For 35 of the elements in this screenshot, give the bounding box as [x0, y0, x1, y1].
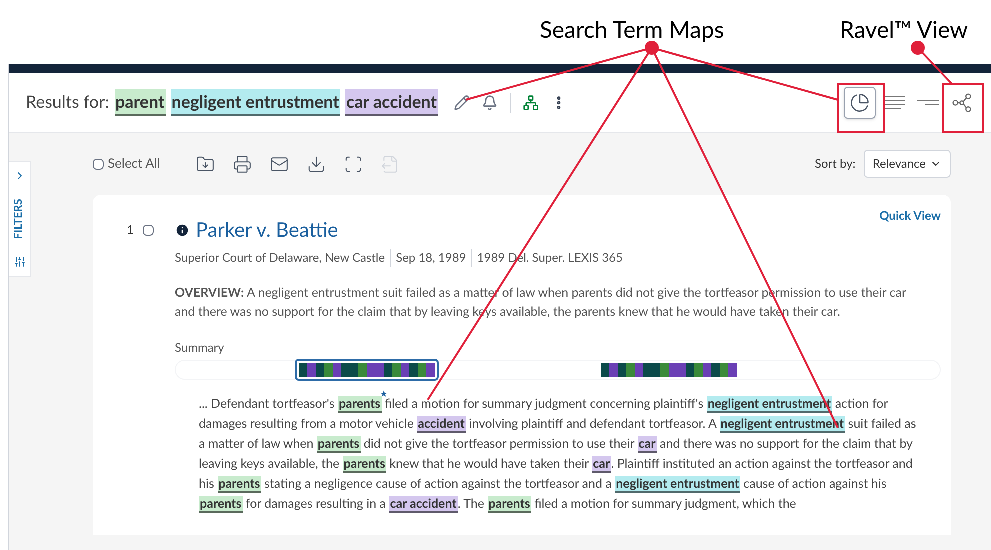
results-title: Results for: parent negligent entrustment car accident [26, 88, 438, 116]
select-all-checkbox[interactable]: Select All [93, 154, 160, 174]
sliders-icon [14, 256, 26, 268]
hierarchy-icon[interactable] [523, 94, 540, 110]
case-meta: Superior Court of Delaware, New Castle [175, 249, 386, 267]
lines-icon [883, 96, 905, 110]
case-meta: Sep 18, 1989 [390, 249, 472, 267]
callout-label: Search Term Maps [540, 14, 724, 45]
callout-dot [911, 41, 925, 55]
highlight-frame [837, 83, 885, 133]
view-toggle[interactable] [844, 86, 876, 118]
star-marker: ★ [380, 388, 388, 399]
network-icon [951, 92, 973, 114]
folder-icon[interactable] [196, 154, 216, 174]
term-map-bar[interactable] [295, 359, 439, 381]
expand-icon[interactable] [344, 154, 364, 174]
callout-dot [645, 41, 659, 55]
download-icon[interactable] [307, 154, 326, 174]
info-icon [175, 222, 190, 238]
highlight-frame [942, 83, 984, 133]
printer-icon[interactable] [233, 154, 252, 174]
pie-chart-icon [850, 92, 870, 112]
filters-tab[interactable]: FILTERS [9, 161, 31, 277]
short-lines-icon [917, 100, 939, 106]
case-title-link[interactable]: Parker v. Beattie [196, 215, 338, 245]
result-checkbox[interactable] [143, 224, 154, 236]
bell-icon[interactable] [482, 94, 498, 110]
callout-label: Ravel™ View [840, 14, 968, 45]
sort-label: Sort by: [815, 155, 856, 173]
summary-label: Summary [175, 339, 224, 357]
edit-icon[interactable] [454, 94, 470, 110]
result-number: 1 [127, 221, 135, 239]
sort-dropdown[interactable]: Relevance [864, 150, 951, 178]
quick-view-link[interactable]: Quick View [880, 207, 941, 225]
mail-icon[interactable] [270, 154, 290, 174]
